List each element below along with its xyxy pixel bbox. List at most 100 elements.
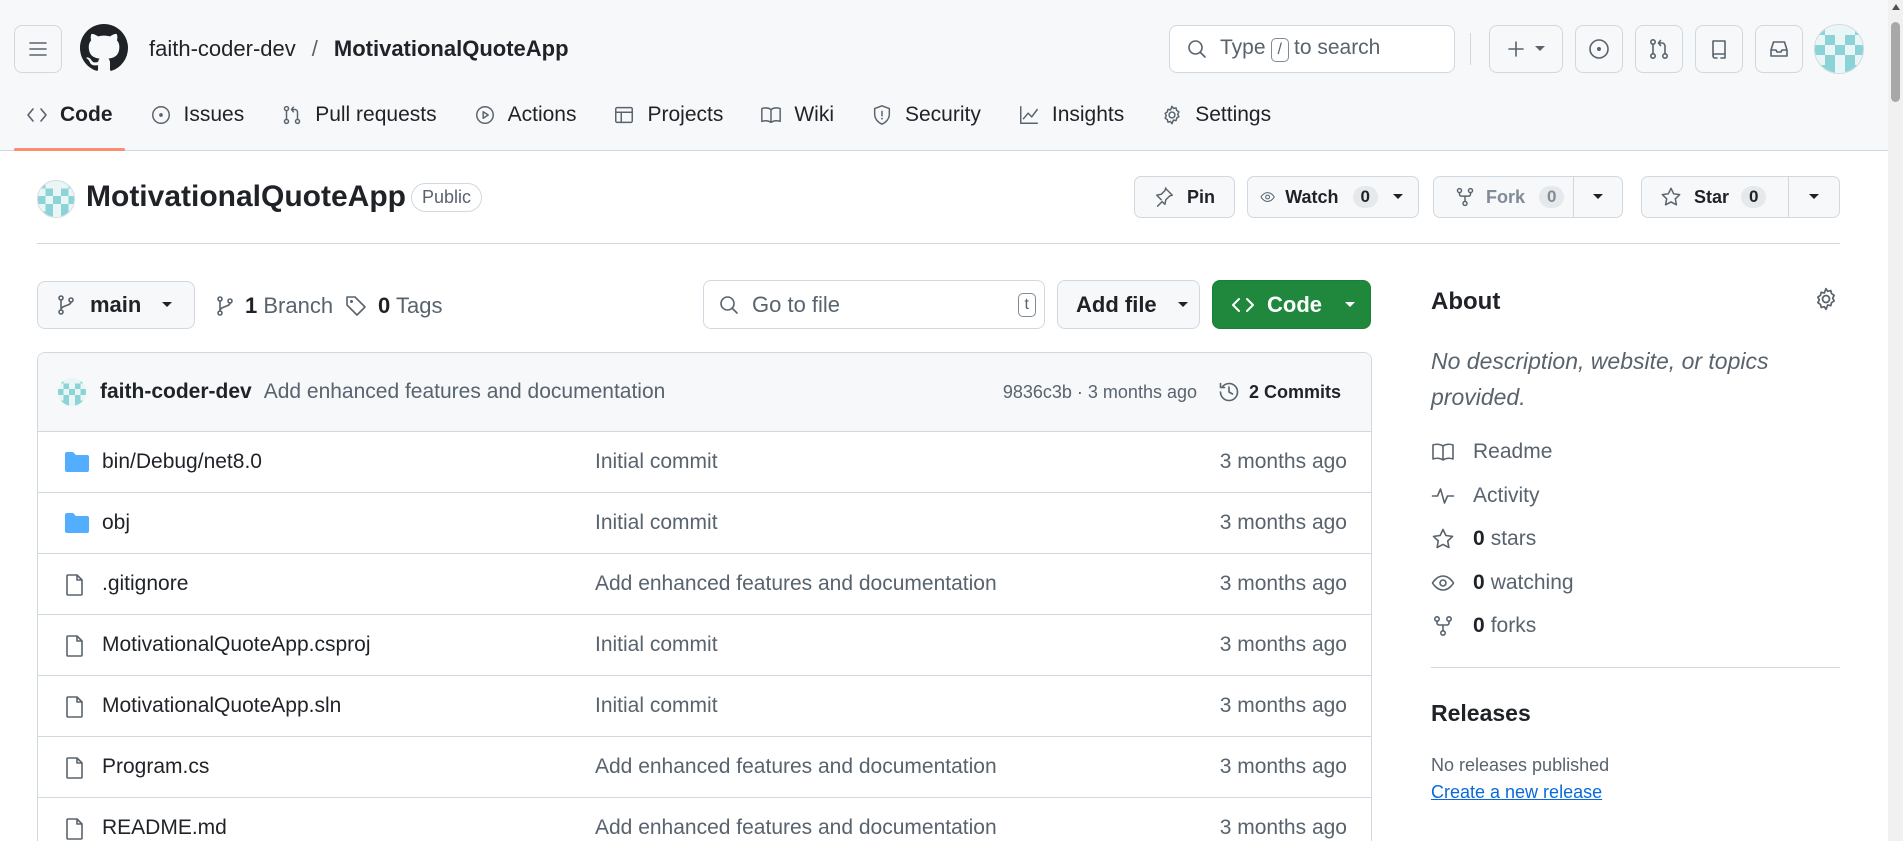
file-name[interactable]: .gitignore bbox=[102, 572, 188, 596]
scrollbar-thumb[interactable] bbox=[1891, 22, 1900, 102]
your-issues-button[interactable] bbox=[1575, 25, 1623, 73]
file-type-icon bbox=[64, 451, 90, 473]
star-label: Star bbox=[1694, 186, 1730, 207]
triangle-down-icon bbox=[1345, 301, 1355, 307]
watch-button[interactable]: Watch 0 bbox=[1248, 186, 1378, 208]
github-logo[interactable] bbox=[80, 24, 128, 72]
file-commit-message[interactable]: Initial commit bbox=[595, 511, 718, 535]
create-new-button[interactable] bbox=[1489, 25, 1563, 73]
file-commit-date: 3 months ago bbox=[1219, 633, 1347, 656]
file-name[interactable]: obj bbox=[102, 511, 130, 535]
branch-selector[interactable]: main bbox=[37, 281, 195, 329]
tab-insights[interactable]: Insights bbox=[1006, 90, 1136, 140]
file-name[interactable]: README.md bbox=[102, 816, 227, 840]
about-heading: About bbox=[1431, 288, 1501, 315]
file-name[interactable]: bin/Debug/net8.0 bbox=[102, 450, 262, 474]
repo-forked-icon bbox=[1433, 615, 1453, 636]
file-commit-message[interactable]: Initial commit bbox=[595, 694, 718, 718]
visibility-badge: Public bbox=[411, 183, 483, 212]
file-name[interactable]: MotivationalQuoteApp.csproj bbox=[102, 633, 370, 657]
menu-button[interactable] bbox=[14, 25, 62, 73]
fork-dropdown[interactable] bbox=[1574, 193, 1622, 201]
star-count: 0 bbox=[1741, 186, 1767, 208]
tab-code[interactable]: Code bbox=[14, 90, 125, 151]
user-avatar[interactable] bbox=[1814, 24, 1864, 74]
add-file-button[interactable]: Add file bbox=[1057, 280, 1200, 329]
notifications-button[interactable] bbox=[1755, 25, 1803, 73]
file-commit-message[interactable]: Initial commit bbox=[595, 450, 718, 474]
tab-projects[interactable]: Projects bbox=[601, 90, 735, 140]
stars-label: stars bbox=[1490, 527, 1537, 550]
search-input[interactable]: Type / to search bbox=[1169, 25, 1455, 73]
watch-dropdown[interactable] bbox=[1378, 193, 1418, 201]
tab-label: Wiki bbox=[794, 103, 834, 126]
tab-issues[interactable]: Issues bbox=[138, 90, 257, 140]
commits-link[interactable]: 2 Commits bbox=[1217, 380, 1341, 404]
readme-label: Readme bbox=[1473, 440, 1553, 463]
file-row[interactable]: .gitignore Add enhanced features and docu… bbox=[38, 554, 1371, 615]
tab-security[interactable]: Security bbox=[859, 90, 993, 140]
your-pull-requests-button[interactable] bbox=[1635, 25, 1683, 73]
pin-button[interactable]: Pin bbox=[1134, 176, 1235, 218]
repo-title[interactable]: MotivationalQuoteApp bbox=[86, 180, 406, 214]
readme-link[interactable]: Readme bbox=[1431, 440, 1552, 464]
forks-link[interactable]: 0 forks bbox=[1431, 614, 1536, 638]
file-commit-date: 3 months ago bbox=[1219, 572, 1347, 595]
file-type-icon bbox=[64, 512, 90, 534]
commit-author[interactable]: faith-coder-dev bbox=[100, 380, 252, 404]
file-commit-message[interactable]: Add enhanced features and documentation bbox=[595, 572, 997, 596]
file-row[interactable]: README.md Add enhanced features and docum… bbox=[38, 798, 1371, 841]
branches-link[interactable]: 1 Branch bbox=[215, 293, 333, 319]
tab-label: Code bbox=[60, 103, 113, 126]
commits-count: 2 Commits bbox=[1248, 381, 1341, 402]
file-row[interactable]: obj Initial commit 3 months ago bbox=[38, 493, 1371, 554]
star-button[interactable]: Star 0 bbox=[1642, 186, 1788, 208]
tags-link[interactable]: 0 Tags bbox=[344, 293, 442, 319]
file-commit-message[interactable]: Initial commit bbox=[595, 633, 718, 657]
commit-author-avatar[interactable] bbox=[58, 378, 86, 406]
file-commit-message[interactable]: Add enhanced features and documentation bbox=[595, 755, 997, 779]
file-row[interactable]: Program.cs Add enhanced features and docu… bbox=[38, 737, 1371, 798]
tab-actions[interactable]: Actions bbox=[462, 90, 589, 140]
file-row[interactable]: MotivationalQuoteApp.sln Initial commit 3 … bbox=[38, 676, 1371, 737]
commit-hash-time[interactable]: 9836c3b · 3 months ago bbox=[1003, 382, 1197, 403]
breadcrumb-separator: / bbox=[311, 36, 318, 61]
tab-settings[interactable]: Settings bbox=[1149, 90, 1283, 140]
file-name[interactable]: Program.cs bbox=[102, 755, 209, 779]
branches-count: 1 bbox=[245, 293, 258, 318]
table-icon bbox=[615, 106, 634, 124]
tab-wiki[interactable]: Wiki bbox=[748, 90, 846, 140]
repo-link[interactable]: MotivationalQuoteApp bbox=[334, 36, 569, 62]
code-button[interactable]: Code bbox=[1212, 280, 1371, 329]
file-name[interactable]: MotivationalQuoteApp.sln bbox=[102, 694, 341, 718]
tab-label: Projects bbox=[647, 103, 724, 126]
page-scrollbar[interactable] bbox=[1888, 0, 1903, 841]
file-row[interactable]: bin/Debug/net8.0 Initial commit 3 months a… bbox=[38, 432, 1371, 493]
shield-icon bbox=[873, 105, 891, 125]
repo-owner-avatar[interactable] bbox=[37, 180, 75, 218]
issue-opened-icon bbox=[1589, 39, 1609, 59]
file-row[interactable]: MotivationalQuoteApp.csproj Initial commi… bbox=[38, 615, 1371, 676]
activity-link[interactable]: Activity bbox=[1431, 484, 1540, 508]
stars-link[interactable]: 0 stars bbox=[1431, 527, 1536, 551]
tab-pull-requests[interactable]: Pull requests bbox=[269, 90, 448, 140]
scroll-up-arrow-icon[interactable] bbox=[1892, 4, 1900, 10]
no-releases-text: No releases published bbox=[1431, 755, 1610, 775]
plus-icon bbox=[1508, 41, 1524, 57]
code-icon bbox=[27, 108, 47, 122]
go-to-file-input[interactable]: Go to file t bbox=[703, 280, 1045, 329]
watching-link[interactable]: 0 watching bbox=[1431, 571, 1574, 595]
commit-message[interactable]: Add enhanced features and documentation bbox=[264, 380, 666, 404]
file-commit-date: 3 months ago bbox=[1219, 450, 1347, 473]
create-release-link[interactable]: Create a new release bbox=[1431, 782, 1602, 803]
triangle-down-icon bbox=[1809, 194, 1819, 199]
header-divider bbox=[1470, 33, 1471, 65]
about-settings-button[interactable] bbox=[1813, 286, 1839, 312]
graph-icon bbox=[1019, 106, 1038, 124]
releases-heading[interactable]: Releases bbox=[1431, 700, 1531, 727]
repositories-button[interactable] bbox=[1695, 25, 1743, 73]
file-commit-message[interactable]: Add enhanced features and documentation bbox=[595, 816, 997, 840]
star-dropdown[interactable] bbox=[1789, 193, 1839, 201]
owner-link[interactable]: faith-coder-dev bbox=[149, 36, 296, 62]
fork-button[interactable]: Fork 0 bbox=[1434, 186, 1573, 208]
